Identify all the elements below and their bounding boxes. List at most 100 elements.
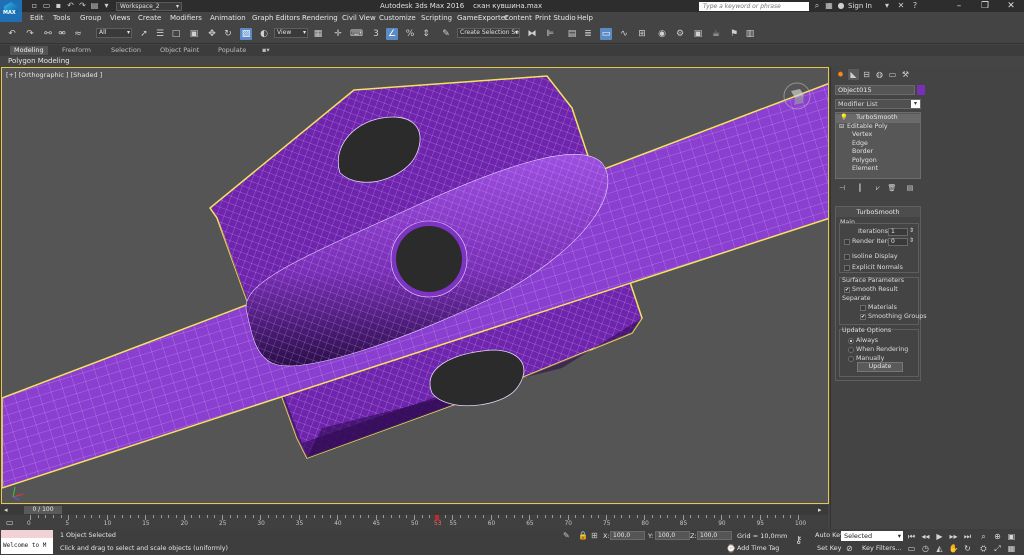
menu-views[interactable]: Views [110, 12, 130, 24]
sign-in-button[interactable]: Sign In [848, 1, 872, 11]
iterations-spinner[interactable]: 1 [888, 228, 908, 236]
always-radio[interactable] [848, 338, 854, 344]
ribbon-options-icon[interactable]: ▪▾ [258, 46, 274, 55]
motion-panel-icon[interactable]: ◍ [874, 69, 885, 80]
time-configuration-icon[interactable]: ◷ [920, 543, 931, 554]
menu-scripting[interactable]: Scripting [421, 12, 452, 24]
search-icon[interactable]: ⌕ [812, 1, 822, 11]
tab-freeform[interactable]: Freeform [58, 46, 95, 55]
stack-item-vertex[interactable]: Vertex [836, 131, 920, 140]
hierarchy-panel-icon[interactable]: ⊟ [861, 69, 872, 80]
pan-view-icon[interactable]: ✋ [948, 543, 959, 554]
render-iters-checkbox[interactable] [844, 239, 850, 245]
toggle-layer-explorer-icon[interactable]: ≣ [582, 28, 594, 40]
project-folder-icon[interactable]: ▤ [90, 2, 99, 10]
pivot-center-icon[interactable]: ▦ [312, 28, 324, 40]
zoom-icon[interactable]: ⌕ [978, 531, 989, 542]
manually-radio[interactable] [848, 356, 854, 362]
isoline-display-checkbox[interactable] [844, 254, 850, 260]
next-frame-icon[interactable]: ▸ [818, 506, 822, 514]
open-mini-curve-editor-icon[interactable]: ▭ [6, 518, 14, 527]
quick-access-dropdown-icon[interactable]: ▾ [102, 2, 111, 10]
display-panel-icon[interactable]: ▭ [887, 69, 898, 80]
stack-item-border[interactable]: Border [836, 148, 920, 157]
chevron-down-icon[interactable]: ▾ [911, 100, 920, 108]
application-button[interactable]: MAX [0, 0, 22, 22]
render-activeshade-icon[interactable]: ▥ [744, 28, 756, 40]
align-icon[interactable]: ⊫ [544, 28, 556, 40]
menu-civil-view[interactable]: Civil View [342, 12, 376, 24]
save-file-icon[interactable]: ▪ [54, 2, 63, 10]
bind-space-warp-icon[interactable]: ≈ [72, 28, 84, 40]
previous-frame-icon[interactable]: ◂ [4, 506, 8, 514]
add-time-tag-button[interactable]: Add Time Tag [737, 545, 779, 552]
menu-customize[interactable]: Customize [379, 12, 416, 24]
select-by-name-icon[interactable]: ☰ [154, 28, 166, 40]
maximize-viewport-icon[interactable]: ⤢ [992, 543, 1003, 554]
menu-print-studio[interactable]: Print Studio [535, 12, 576, 24]
render-iters-spinner[interactable]: 0 [888, 238, 908, 246]
new-file-icon[interactable]: ▫ [30, 2, 39, 10]
rectangular-selection-icon[interactable]: □ [170, 28, 182, 40]
isolate-selection-icon[interactable]: ✎ [563, 531, 570, 540]
x-coordinate-field[interactable]: 100,0 [610, 531, 645, 540]
select-scale-icon[interactable]: ▨ [240, 28, 252, 40]
key-icon[interactable]: ⚷ [795, 535, 802, 546]
default-in-out-tangents-icon[interactable]: ⊘ [846, 544, 853, 553]
tab-populate[interactable]: Populate [214, 46, 250, 55]
set-key-button[interactable]: Set Key [817, 544, 842, 552]
go-to-start-icon[interactable]: ⏮ [906, 531, 917, 542]
field-of-view-icon[interactable]: ◭ [934, 543, 945, 554]
polygon-modeling-panel[interactable]: Polygon Modeling [8, 56, 70, 66]
orbit-icon[interactable]: ↻ [962, 543, 973, 554]
tab-object-paint[interactable]: Object Paint [156, 46, 203, 55]
redo-icon[interactable]: ↷ [78, 2, 87, 10]
close-button[interactable]: ✕ [998, 0, 1024, 12]
make-unique-icon[interactable]: ⩗ [873, 184, 883, 193]
maxscript-listener-output[interactable] [1, 530, 53, 538]
configure-modifier-sets-icon[interactable]: ▤ [905, 184, 915, 193]
smooth-result-checkbox[interactable]: ✔ [844, 287, 850, 293]
redo-icon[interactable]: ↷ [24, 28, 36, 40]
schematic-view-icon[interactable]: ⊞ [636, 28, 648, 40]
viewport-label[interactable]: [+] [Orthographic ] [Shaded ] [6, 71, 102, 79]
angle-snap-icon[interactable]: ∠ [386, 28, 398, 40]
remove-modifier-icon[interactable]: 🗑 [887, 184, 897, 193]
edit-named-selection-icon[interactable]: ✎ [440, 28, 452, 40]
link-icon[interactable]: ⚯ [42, 28, 54, 40]
maxscript-listener-input[interactable]: Welcome to M [1, 538, 53, 554]
maximize-button[interactable]: ❐ [972, 0, 998, 12]
previous-frame-icon[interactable]: ◂◂ [920, 531, 931, 542]
tab-selection[interactable]: Selection [107, 46, 145, 55]
menu-animation[interactable]: Animation [210, 12, 246, 24]
select-object-icon[interactable]: ➚ [138, 28, 150, 40]
spinner-snap-icon[interactable]: ⇕ [420, 28, 432, 40]
time-slider-thumb[interactable]: 0 / 100 [24, 506, 62, 514]
stack-item-editable-poly[interactable]: ⊟ Editable Poly [836, 123, 920, 132]
modify-panel-icon[interactable]: ◣ [848, 69, 859, 80]
minimize-button[interactable]: – [946, 0, 972, 12]
subscription-icon[interactable]: ▦ [824, 1, 834, 11]
search-input[interactable]: Type a keyword or phrase [699, 2, 809, 11]
select-move-icon[interactable]: ✥ [206, 28, 218, 40]
menu-create[interactable]: Create [138, 12, 161, 24]
play-icon[interactable]: ▶ [934, 531, 945, 542]
mirror-icon[interactable]: ⧓ [526, 28, 538, 40]
materials-checkbox[interactable] [860, 305, 866, 311]
smoothing-groups-checkbox[interactable]: ✔ [860, 314, 866, 320]
rendered-frame-window-icon[interactable]: ▣ [692, 28, 704, 40]
key-mode-select[interactable]: Selected ▾ [841, 531, 903, 541]
render-setup-icon[interactable]: ⚙ [674, 28, 686, 40]
unlink-icon[interactable]: ⚮ [56, 28, 68, 40]
workspace-select[interactable]: Workspace_2 ▾ [116, 2, 182, 11]
window-crossing-icon[interactable]: ▣ [188, 28, 200, 40]
menu-tools[interactable]: Tools [53, 12, 70, 24]
utilities-panel-icon[interactable]: ⚒ [900, 69, 911, 80]
time-slider[interactable]: ◂ 0 / 100 ▸ [0, 505, 828, 515]
object-color-swatch[interactable] [917, 85, 925, 95]
object-name-field[interactable]: Object015 [835, 85, 915, 95]
menu-modifiers[interactable]: Modifiers [170, 12, 202, 24]
stack-item-element[interactable]: Element [836, 165, 920, 174]
menu-help[interactable]: Help [577, 12, 593, 24]
update-button[interactable]: Update [857, 362, 903, 372]
